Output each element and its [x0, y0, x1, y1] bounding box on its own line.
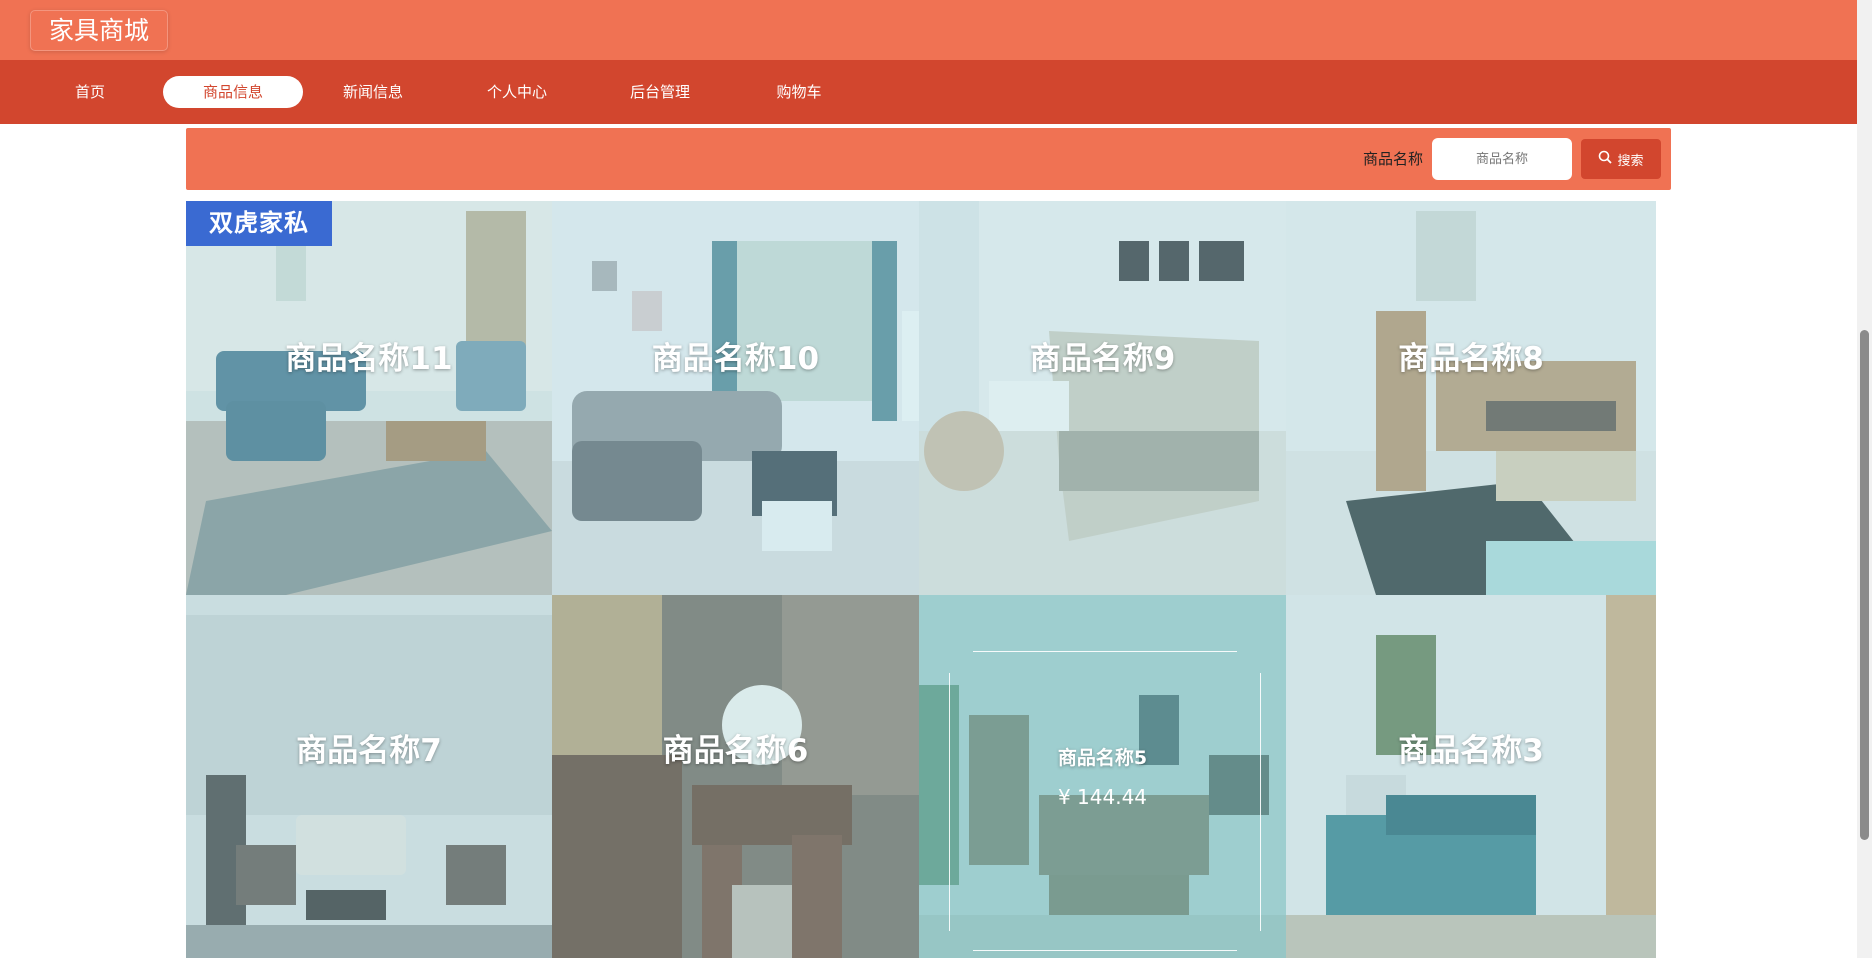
- search-input[interactable]: [1432, 138, 1572, 180]
- frame-line: [973, 950, 1237, 951]
- search-label: 商品名称: [1362, 150, 1423, 168]
- product-name: 商品名称6: [662, 733, 809, 769]
- product-name: 商品名称8: [1398, 341, 1544, 377]
- search-button-label: 搜索: [1617, 153, 1644, 169]
- product-name: 商品名称3: [1398, 733, 1544, 769]
- page: 家具商城 首页 商品信息 新闻信息 个人中心 后台管理 购物车 商品名称 搜索: [0, 0, 1872, 958]
- brand-tag: 双虎家私: [186, 201, 332, 246]
- product-price: ¥ 144.44: [1057, 785, 1148, 809]
- product-name: 商品名称11: [285, 341, 453, 377]
- page-scrollbar-thumb[interactable]: [1860, 330, 1869, 840]
- image-overlay: [1286, 595, 1656, 958]
- search-button[interactable]: 搜索: [1581, 139, 1661, 179]
- nav-item-profile[interactable]: 个人中心: [447, 76, 587, 108]
- product-card[interactable]: 商品名称5 ¥ 144.44: [919, 595, 1286, 958]
- image-overlay: [186, 595, 552, 958]
- product-name: 商品名称9: [1029, 341, 1176, 377]
- product-card[interactable]: 商品名称10: [552, 201, 919, 595]
- image-overlay: [919, 201, 1286, 595]
- product-card[interactable]: 商品名称9: [919, 201, 1286, 595]
- product-name: 商品名称7: [296, 733, 442, 769]
- image-overlay: [919, 595, 1286, 958]
- product-name: 商品名称5: [1057, 747, 1148, 769]
- frame-line: [973, 651, 1237, 652]
- image-overlay: [552, 595, 919, 958]
- nav-item-cart[interactable]: 购物车: [729, 76, 869, 108]
- product-name: 商品名称10: [651, 341, 820, 377]
- image-overlay: [186, 201, 552, 595]
- image-overlay: [552, 201, 919, 595]
- nav-item-products[interactable]: 商品信息: [163, 76, 303, 108]
- main-nav: 首页 商品信息 新闻信息 个人中心 后台管理 购物车: [0, 60, 1857, 124]
- nav-item-home[interactable]: 首页: [20, 76, 160, 108]
- product-card[interactable]: 商品名称7: [186, 595, 552, 958]
- search-icon: [1598, 150, 1613, 168]
- product-card[interactable]: 商品名称8: [1286, 201, 1656, 595]
- search-bar: 商品名称 搜索: [186, 128, 1671, 190]
- top-header: 家具商城: [0, 0, 1857, 60]
- product-card[interactable]: 商品名称6: [552, 595, 919, 958]
- product-card[interactable]: 商品名称3: [1286, 595, 1656, 958]
- product-grid: 双虎家私 商品名称11 商品名称10 商品名称9 商品名称8 商品名称7 商品名…: [186, 201, 1656, 958]
- image-overlay: [1286, 201, 1656, 595]
- nav-item-admin[interactable]: 后台管理: [590, 76, 730, 108]
- product-card[interactable]: 双虎家私 商品名称11: [186, 201, 552, 595]
- site-logo[interactable]: 家具商城: [30, 10, 169, 51]
- nav-item-news[interactable]: 新闻信息: [303, 76, 443, 108]
